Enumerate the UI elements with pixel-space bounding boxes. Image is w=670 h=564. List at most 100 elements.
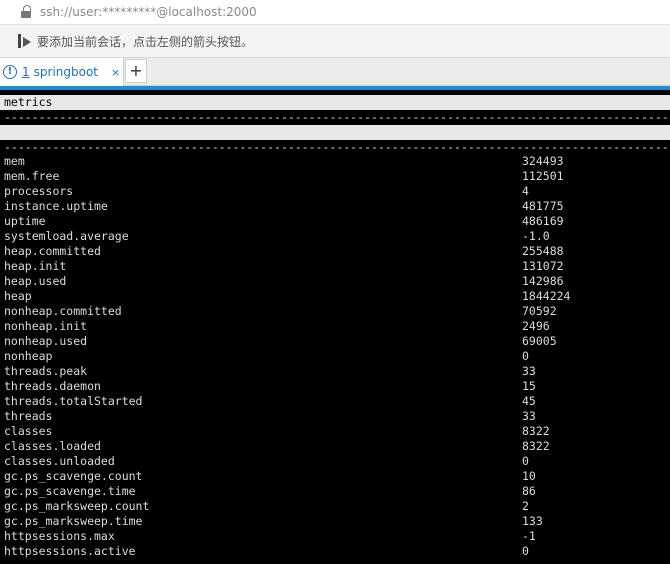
metric-value: 8322 [522, 424, 550, 438]
metric-name: instance.uptime [4, 199, 108, 213]
metric-value: 255488 [522, 244, 564, 258]
metric-value: 486169 [522, 214, 564, 228]
table-header: NAME VALUE [0, 125, 670, 169]
metric-value: 324493 [522, 154, 564, 168]
table-row: heap.init 131072 [0, 259, 670, 274]
table-row: mem.free 112501 [0, 169, 670, 184]
metric-value: 45 [522, 394, 536, 408]
metric-value: 8322 [522, 439, 550, 453]
table-row: gc.ps_scavenge.time 86 [0, 484, 670, 499]
tab-strip: ! 1 springboot × + [0, 58, 670, 86]
metric-name: processors [4, 184, 74, 198]
table-row: instance.uptime 481775 [0, 199, 670, 214]
metric-value: 0 [522, 454, 529, 468]
metric-name: nonheap.init [4, 319, 88, 333]
divider: ----------------------------------------… [4, 140, 670, 154]
metrics-table: mem 324493 mem.free 112501 processors 4 instan… [0, 154, 670, 559]
metric-name: systemload.average [4, 229, 129, 243]
arrow-bar-icon[interactable] [17, 33, 33, 49]
metric-value: 0 [522, 349, 529, 363]
table-row: heap.used 142986 [0, 274, 670, 289]
tab-label: springboot [33, 65, 99, 79]
metric-value: 69005 [522, 334, 557, 348]
table-row: processors 4 [0, 184, 670, 199]
table-row: httpsessions.max -1 [0, 529, 670, 544]
metric-value: 2 [522, 499, 529, 513]
metric-name: threads.daemon [4, 379, 101, 393]
metric-value: 481775 [522, 199, 564, 213]
metric-value: 86 [522, 484, 536, 498]
metric-name: heap.committed [4, 244, 101, 258]
table-row: gc.ps_marksweep.count 2 [0, 499, 670, 514]
table-row: classes.unloaded 0 [0, 454, 670, 469]
metric-name: nonheap.committed [4, 304, 122, 318]
metric-value: 10 [522, 469, 536, 483]
table-row: classes 8322 [0, 424, 670, 439]
table-row: gc.ps_scavenge.count 10 [0, 469, 670, 484]
metric-name: gc.ps_marksweep.time [4, 514, 143, 528]
metric-name: classes.unloaded [4, 454, 115, 468]
address-bar[interactable]: ssh://user:*********@localhost:2000 [0, 0, 670, 24]
metric-name: threads [4, 409, 53, 423]
metric-value: -1.0 [522, 229, 550, 243]
metric-name: threads.peak [4, 364, 88, 378]
metric-name: classes [4, 424, 53, 438]
metric-value: 1844224 [522, 289, 571, 303]
metric-name: nonheap.used [4, 334, 88, 348]
table-row: systemload.average -1.0 [0, 229, 670, 244]
terminal-output[interactable]: metrics --------------------------------… [0, 90, 670, 564]
table-row: mem 324493 [0, 154, 670, 169]
metric-name: classes.loaded [4, 439, 101, 453]
close-icon[interactable]: × [111, 66, 120, 79]
table-row: heap.committed 255488 [0, 244, 670, 259]
table-row: heap 1844224 [0, 289, 670, 304]
metric-value: 15 [522, 379, 536, 393]
tab-springboot[interactable]: ! 1 springboot × [0, 58, 124, 86]
metric-name: gc.ps_marksweep.count [4, 499, 150, 513]
metric-value: 131072 [522, 259, 564, 273]
table-row: nonheap.committed 70592 [0, 304, 670, 319]
metric-value: 112501 [522, 169, 564, 183]
metric-value: 33 [522, 409, 536, 423]
lock-icon [20, 5, 34, 19]
table-row: uptime 486169 [0, 214, 670, 229]
divider: ----------------------------------------… [4, 110, 670, 124]
alert-icon: ! [3, 65, 17, 79]
metric-value: 133 [522, 514, 543, 528]
tab-index: 1 [22, 65, 30, 79]
metric-value: 2496 [522, 319, 550, 333]
table-row: threads.daemon 15 [0, 379, 670, 394]
table-row: threads.peak 33 [0, 364, 670, 379]
metric-value: 4 [522, 184, 529, 198]
table-row: gc.ps_marksweep.time 133 [0, 514, 670, 529]
metric-value: 0 [522, 544, 529, 558]
new-tab-button[interactable]: + [125, 59, 147, 83]
metric-name: uptime [4, 214, 46, 228]
metric-name: nonheap [4, 349, 53, 363]
metric-name: mem [4, 154, 25, 168]
metric-value: -1 [522, 529, 536, 543]
address-url[interactable]: ssh://user:*********@localhost:2000 [40, 5, 257, 19]
metric-name: gc.ps_scavenge.time [4, 484, 136, 498]
metric-name: mem.free [4, 169, 60, 183]
table-row: threads 33 [0, 409, 670, 424]
table-row: nonheap 0 [0, 349, 670, 364]
table-row: nonheap.used 69005 [0, 334, 670, 349]
table-row: httpsessions.active 0 [0, 544, 670, 559]
metric-name: heap [4, 289, 32, 303]
metric-value: 142986 [522, 274, 564, 288]
metric-value: 33 [522, 364, 536, 378]
metric-name: httpsessions.max [4, 529, 115, 543]
table-row: threads.totalStarted 45 [0, 394, 670, 409]
table-row: classes.loaded 8322 [0, 439, 670, 454]
metric-name: heap.init [4, 259, 67, 273]
session-hint-bar: 要添加当前会话，点击左侧的箭头按钮。 [0, 24, 670, 58]
metric-name: httpsessions.active [4, 544, 136, 558]
metric-name: gc.ps_scavenge.count [4, 469, 143, 483]
metric-value: 70592 [522, 304, 557, 318]
table-row: nonheap.init 2496 [0, 319, 670, 334]
metric-name: threads.totalStarted [4, 394, 143, 408]
session-hint-text: 要添加当前会话，点击左侧的箭头按钮。 [37, 34, 254, 49]
terminal-title: metrics [0, 95, 670, 110]
metric-name: heap.used [4, 274, 67, 288]
